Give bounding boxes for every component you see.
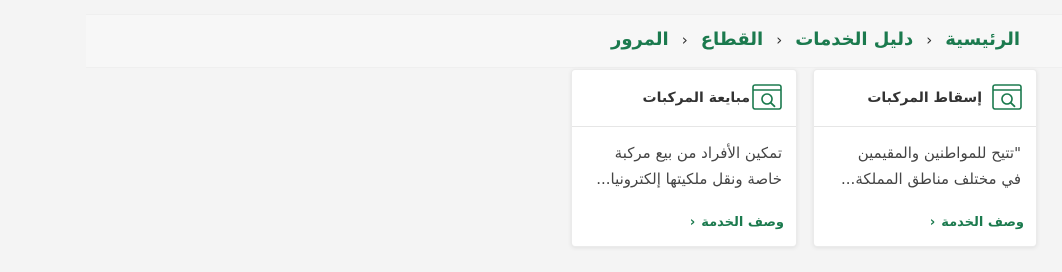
search-document-icon [752,84,782,110]
service-description-link[interactable]: وصف الخدمة › [690,215,784,230]
service-description-label: وصف الخدمة [701,215,784,230]
card-description-line: في مختلف مناطق المملكة... [841,170,1021,188]
breadcrumb: الرئيسية › دليل الخدمات › القطاع › المرو… [611,29,1020,50]
page: الرئيسية › دليل الخدمات › القطاع › المرو… [0,0,1062,272]
breadcrumb-item-home[interactable]: الرئيسية [945,29,1020,50]
card-description-line: خاصة ونقل ملكيتها إلكترونيا... [596,170,782,188]
card-title: إسقاط المركبات [867,90,982,106]
chevron-left-icon: › [689,215,696,230]
card-description: "تتيح للمواطنين والمقيمين في مختلف مناطق… [841,140,1021,192]
card-title: مبايعة المركبات [642,90,751,106]
breadcrumb-separator-icon: › [926,30,933,49]
service-card-vehicle-dropping[interactable]: إسقاط المركبات "تتيح للمواطنين والمقيمين… [813,69,1037,247]
breadcrumb-separator-icon: › [776,30,783,49]
chevron-left-icon: › [929,215,936,230]
breadcrumb-item-sector[interactable]: القطاع [701,29,763,50]
service-card-vehicle-sale[interactable]: مبايعة المركبات تمكين الأفراد من بيع مرك… [571,69,797,247]
breadcrumb-item-services-guide[interactable]: دليل الخدمات [795,29,913,50]
card-description: تمكين الأفراد من بيع مركبة خاصة ونقل ملك… [596,140,782,192]
service-description-link[interactable]: وصف الخدمة › [930,215,1024,230]
search-document-icon [992,84,1022,110]
card-description-line: تمكين الأفراد من بيع مركبة [614,144,782,162]
breadcrumb-separator-icon: › [681,30,688,49]
card-description-line: "تتيح للمواطنين والمقيمين [857,144,1021,162]
breadcrumb-bar: الرئيسية › دليل الخدمات › القطاع › المرو… [86,14,1062,68]
service-description-label: وصف الخدمة [941,215,1024,230]
breadcrumb-item-traffic[interactable]: المرور [611,29,669,50]
card-header: مبايعة المركبات [572,70,796,127]
card-header: إسقاط المركبات [814,70,1036,127]
